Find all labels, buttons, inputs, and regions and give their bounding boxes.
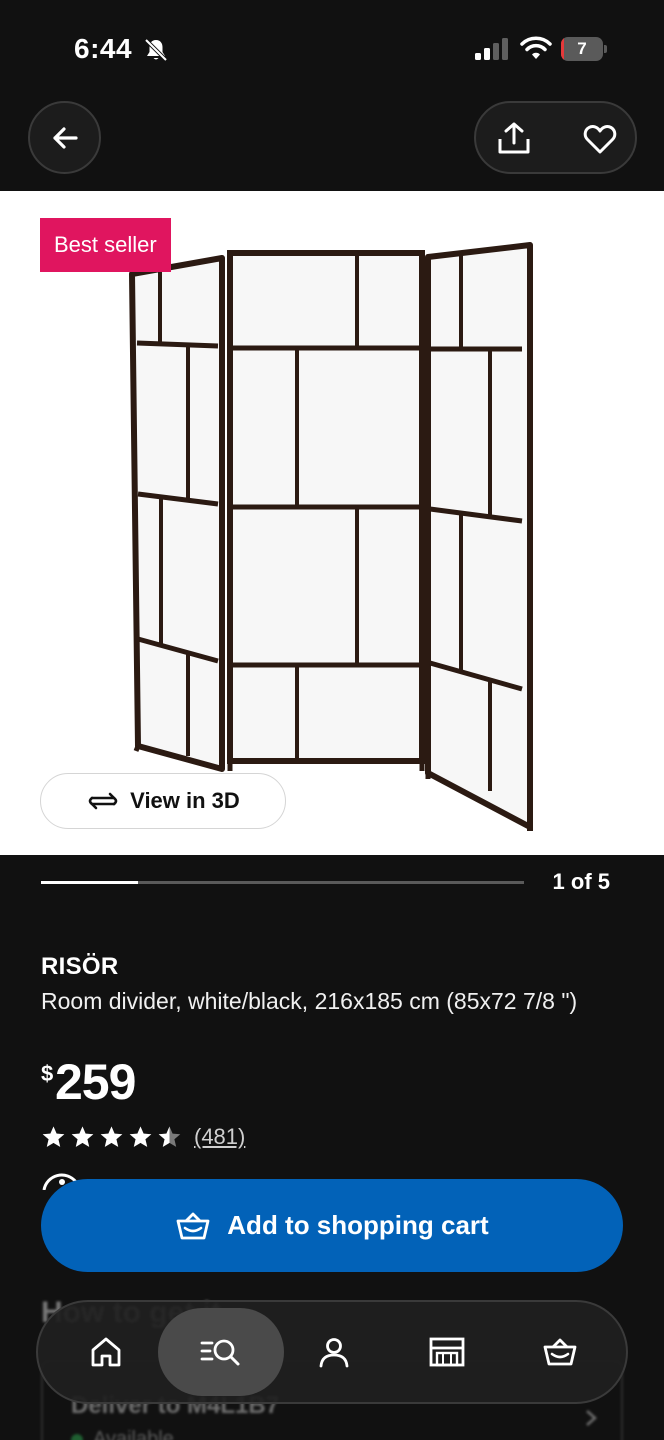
- star-icon: [42, 1126, 65, 1147]
- product-description: Room divider, white/black, 216x185 cm (8…: [41, 988, 578, 1014]
- view-in-3d-label: View in 3D: [130, 788, 240, 813]
- nav-store[interactable]: [397, 1302, 497, 1402]
- store-icon: [429, 1337, 465, 1367]
- chevron-right-icon: [586, 1410, 597, 1426]
- rotate-3d-icon: [88, 792, 118, 810]
- battery-level: 7: [577, 39, 587, 58]
- star-icon: [100, 1126, 123, 1147]
- wifi-icon: [520, 36, 552, 59]
- carousel-counter: 1 of 5: [552, 869, 610, 894]
- nav-cart[interactable]: [510, 1302, 610, 1402]
- room-divider-image: [129, 242, 533, 831]
- add-to-cart-button[interactable]: Add to shopping cart: [41, 1179, 623, 1272]
- bottom-nav: [36, 1300, 628, 1404]
- product-name: RISÖR: [41, 953, 119, 980]
- best-seller-badge: Best seller: [40, 218, 171, 272]
- price-value: 259: [55, 1054, 136, 1110]
- basket-icon: [176, 1212, 210, 1239]
- availability-dot: [71, 1434, 83, 1440]
- arrow-left-icon: [52, 126, 78, 149]
- nav-search[interactable]: [171, 1302, 271, 1402]
- search-list-icon: [200, 1339, 240, 1366]
- product-rating[interactable]: (481): [41, 1122, 245, 1152]
- profile-icon: [319, 1338, 349, 1368]
- rating-stars: [41, 1125, 182, 1150]
- star-icon: [129, 1126, 152, 1147]
- signal-icon: [475, 38, 508, 60]
- share-icon: [498, 122, 530, 154]
- favorite-button[interactable]: [576, 115, 624, 163]
- price-currency: $: [41, 1061, 54, 1086]
- basket-icon: [543, 1338, 577, 1366]
- nav-home[interactable]: [56, 1302, 156, 1402]
- product-image[interactable]: Best seller View in 3D: [0, 191, 664, 855]
- star-icon: [158, 1126, 181, 1147]
- battery-icon: 7: [561, 37, 607, 61]
- carousel-progress-bar: [41, 881, 138, 884]
- availability-status: Available: [93, 1428, 174, 1440]
- review-count[interactable]: (481): [194, 1124, 245, 1150]
- home-icon: [91, 1337, 121, 1367]
- header-actions: [474, 101, 637, 174]
- bell-slash-icon: [144, 38, 168, 62]
- product-page: 6:44 7 Best seller View in 3D 1 of 5 RIS…: [0, 0, 664, 1440]
- back-button[interactable]: [28, 101, 101, 174]
- status-bar: 6:44 7: [0, 0, 664, 100]
- view-in-3d-button[interactable]: View in 3D: [40, 773, 286, 829]
- carousel-progress-track: [41, 881, 524, 884]
- heart-icon: [583, 125, 617, 154]
- share-button[interactable]: [490, 115, 538, 163]
- add-to-cart-label: Add to shopping cart: [227, 1210, 489, 1240]
- status-time: 6:44: [74, 33, 133, 64]
- nav-profile[interactable]: [284, 1302, 384, 1402]
- star-icon: [71, 1126, 94, 1147]
